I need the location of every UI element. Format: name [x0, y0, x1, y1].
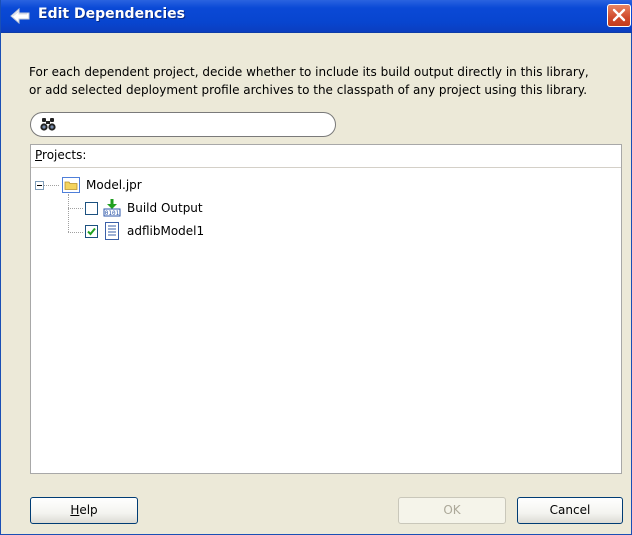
binoculars-icon[interactable] [40, 116, 56, 135]
description-line-1: For each dependent project, decide wheth… [29, 65, 589, 79]
build-output-checkbox[interactable] [85, 202, 98, 215]
projects-label-text: rojects: [42, 148, 87, 162]
tree-connector [68, 232, 83, 233]
projects-label-mnemonic: P [35, 148, 43, 162]
title-bar[interactable]: Edit Dependencies [1, 0, 632, 33]
tree-connector [68, 194, 69, 232]
build-output-icon: 0101 [103, 199, 121, 220]
tree-node-model-jpr[interactable]: Model.jpr [86, 178, 142, 192]
tree-connector [68, 208, 83, 209]
projects-panel: Projects: Model.jpr 0101 Build Output ad… [30, 144, 622, 474]
projects-header: Projects: [31, 145, 621, 168]
tree-node-adflibmodel1[interactable]: adflibModel1 [127, 224, 204, 238]
help-mnemonic: H [70, 503, 80, 517]
search-input[interactable] [61, 115, 333, 135]
tree-connector [44, 185, 59, 186]
close-button[interactable] [607, 4, 631, 27]
checkmark-icon [87, 227, 96, 236]
ok-button[interactable]: OK [398, 497, 506, 524]
dialog-icon [10, 7, 32, 25]
svg-text:0101: 0101 [105, 210, 120, 217]
adflibmodel1-checkbox[interactable] [85, 225, 98, 238]
help-button[interactable]: Help [30, 497, 138, 524]
edit-dependencies-dialog: Edit Dependencies For each dependent pro… [0, 0, 632, 535]
deployment-profile-icon [105, 222, 119, 243]
description: For each dependent project, decide wheth… [29, 63, 629, 99]
description-line-2: or add selected deployment profile archi… [29, 83, 588, 97]
cancel-button[interactable]: Cancel [517, 497, 623, 524]
help-label: elp [79, 503, 98, 517]
collapse-toggle[interactable] [35, 181, 44, 190]
tree-node-build-output[interactable]: Build Output [127, 201, 203, 215]
projects-label: Projects: [35, 148, 86, 162]
close-icon [612, 8, 626, 22]
project-folder-icon [62, 177, 80, 196]
dialog-title: Edit Dependencies [38, 6, 185, 22]
search-field[interactable] [30, 112, 336, 137]
